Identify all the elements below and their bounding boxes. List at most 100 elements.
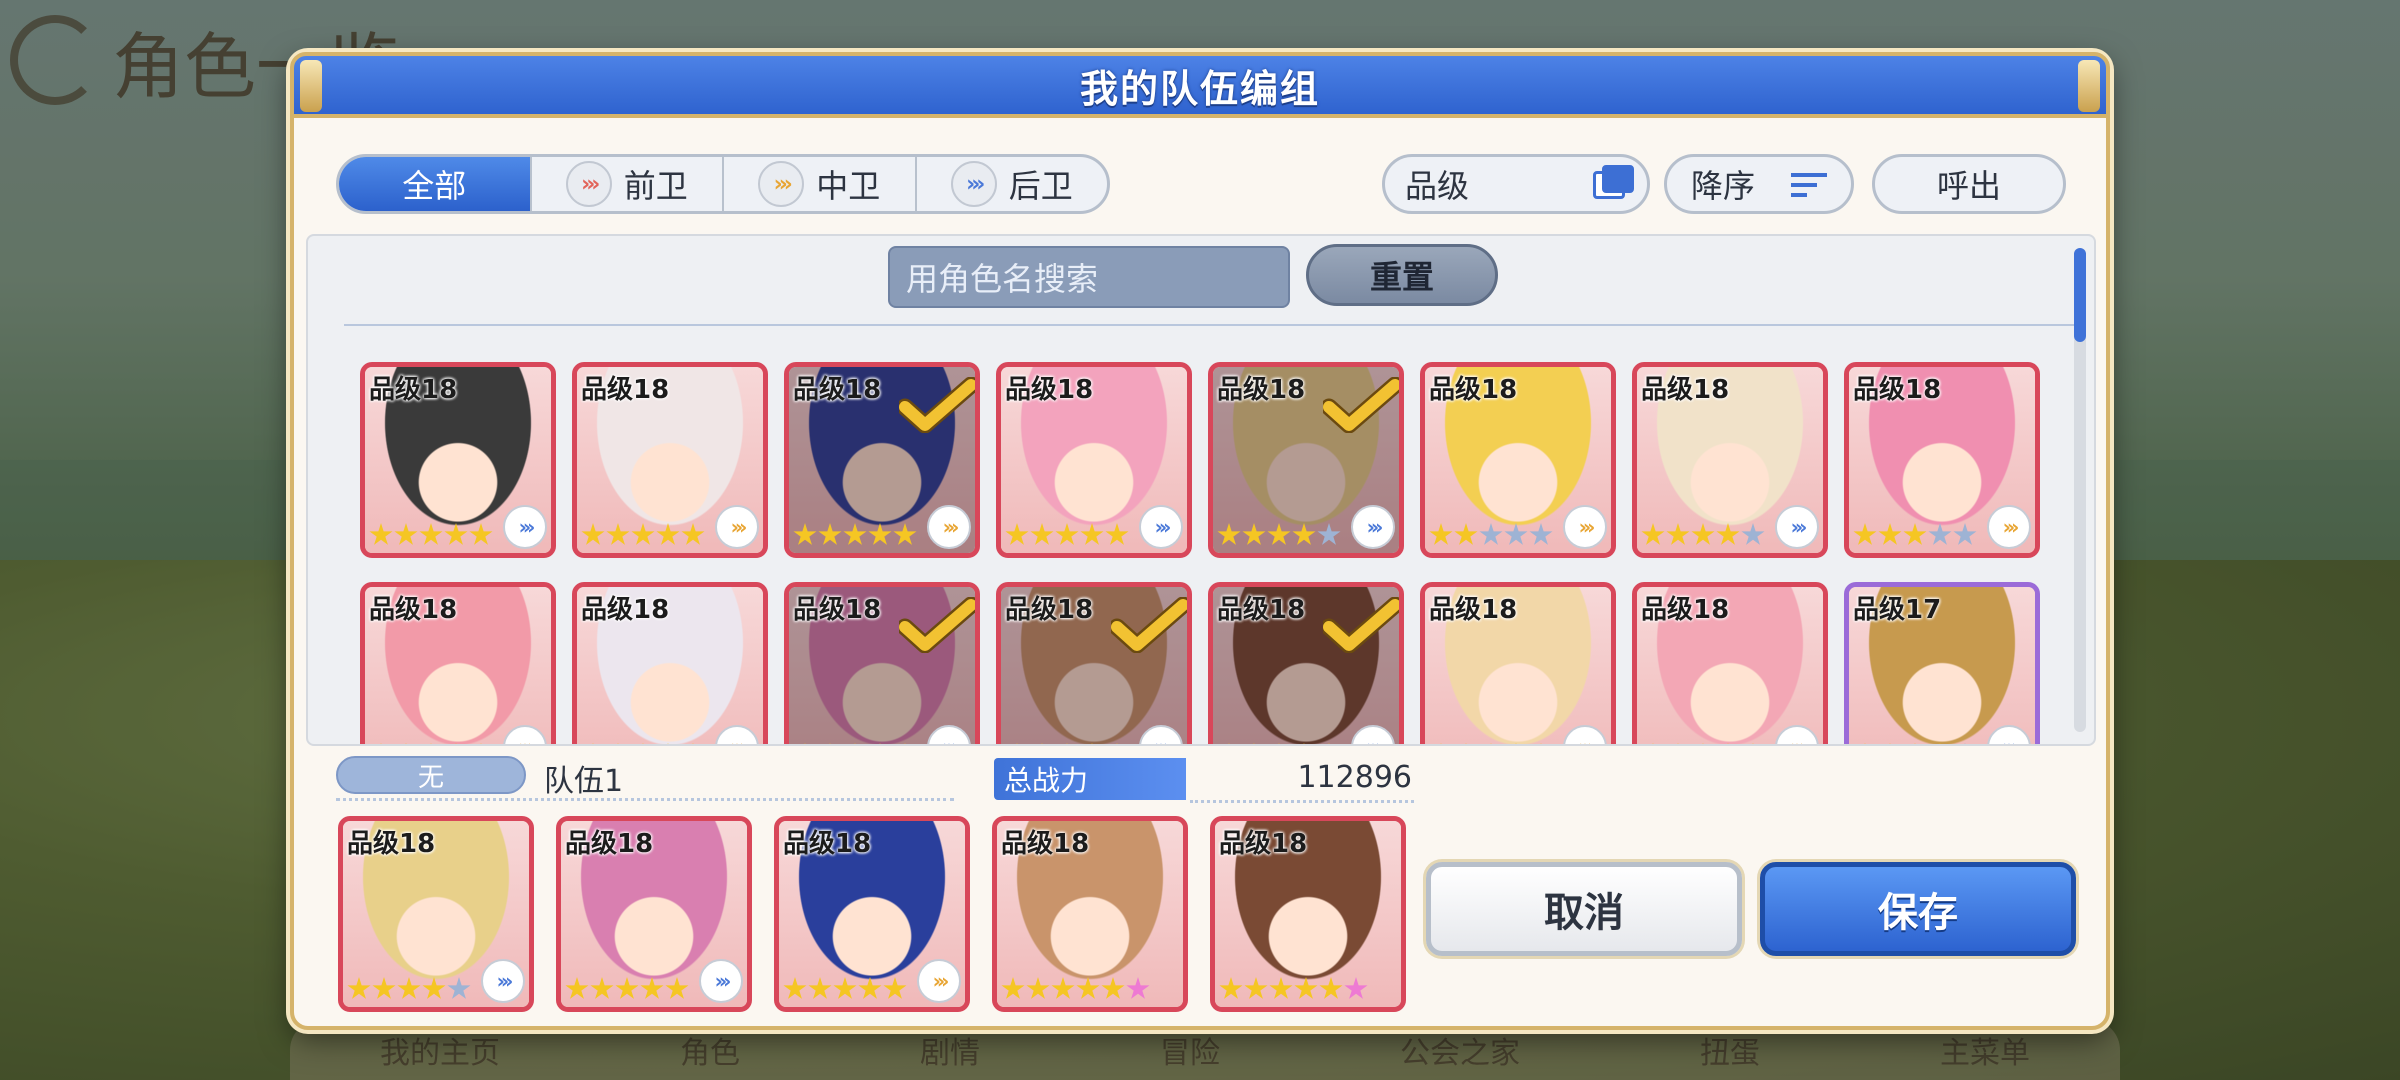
call-out-button[interactable]: 呼出 — [1872, 154, 2066, 214]
character-card[interactable]: 品级18››› — [1208, 362, 1404, 558]
star-icon — [1429, 523, 1453, 545]
star-rating — [783, 977, 908, 1001]
star-icon — [1691, 743, 1715, 744]
star-icon — [1641, 523, 1665, 545]
star-icon — [422, 977, 446, 999]
star-icon — [893, 523, 917, 545]
star-rating — [581, 523, 706, 547]
grade-sort-button[interactable]: 品级 — [1382, 154, 1650, 214]
character-card[interactable]: 品级18››› — [1632, 582, 1828, 744]
star-icon — [1101, 977, 1125, 999]
star-icon — [1294, 977, 1318, 999]
rank-label: 品级18 — [565, 829, 654, 859]
star-icon — [1217, 743, 1241, 744]
star-icon — [1026, 977, 1050, 999]
star-icon — [1244, 977, 1268, 999]
star-icon — [369, 523, 393, 545]
star-icon — [444, 743, 468, 744]
star-icon — [1741, 743, 1765, 744]
character-card[interactable]: 品级18››› — [1844, 362, 2040, 558]
team-name[interactable]: 队伍1 — [544, 756, 623, 800]
star-icon — [1051, 977, 1075, 999]
tab-filter[interactable]: 全部 — [339, 157, 532, 211]
back-position-icon: ››› — [481, 959, 525, 1003]
character-card[interactable]: 品级18››› — [996, 362, 1192, 558]
character-card[interactable]: 品级18 ››› — [1632, 362, 1828, 558]
back-position-icon: ››› — [1775, 505, 1819, 549]
star-icon — [1529, 523, 1553, 545]
star-icon — [347, 977, 371, 999]
star-icon — [1292, 743, 1316, 744]
back-position-icon: ››› — [699, 959, 743, 1003]
star-icon — [1319, 977, 1343, 999]
star-icon — [818, 523, 842, 545]
call-out-label: 呼出 — [1936, 167, 2001, 205]
star-icon — [1454, 743, 1478, 744]
character-card[interactable]: 品级18 — [992, 816, 1188, 1012]
rank-label: 品级18 — [347, 829, 436, 859]
character-card[interactable]: 品级18 — [1210, 816, 1406, 1012]
character-card[interactable]: 品级18››› — [572, 582, 768, 744]
character-card[interactable]: 品级18››› — [996, 582, 1192, 744]
team-edit-dialog: 我的队伍编组 全部 ››› 前卫 ››› 中卫 ››› 后卫 品级 降序 呼出 用角色名搜索… — [290, 52, 2110, 1030]
character-card[interactable]: 品级18››› — [572, 362, 768, 558]
character-card[interactable]: 品级18››› — [1420, 362, 1616, 558]
star-icon — [1504, 743, 1528, 744]
star-icon — [1055, 523, 1079, 545]
dialog-title: 我的队伍编组 — [1079, 66, 1320, 111]
star-icon — [681, 743, 705, 744]
star-icon — [1853, 523, 1877, 545]
tab-filter[interactable]: ››› 后卫 — [917, 157, 1108, 211]
star-rating — [347, 977, 472, 1001]
character-card[interactable]: 品级18››› — [784, 582, 980, 744]
save-label: 保存 — [1878, 890, 1958, 936]
star-icon — [793, 743, 817, 744]
character-card[interactable]: 品级17››› — [1844, 582, 2040, 744]
mid-position-icon: ››› — [1987, 505, 2031, 549]
character-roster-panel: 用角色名搜索 重置 品级18 ››› 品级18 ››› 品级18 ››› 品级18 ››› 品级… — [306, 234, 2096, 746]
star-icon — [1242, 743, 1266, 744]
grade-sort-label: 品级 — [1405, 167, 1470, 205]
roster-scrollbar[interactable] — [2074, 248, 2086, 732]
character-card[interactable]: 品级18››› — [774, 816, 970, 1012]
search-placeholder: 用角色名搜索 — [906, 260, 1099, 298]
star-rating — [369, 523, 494, 547]
star-icon — [656, 743, 680, 744]
character-card[interactable]: 品级18››› — [360, 362, 556, 558]
star-icon — [419, 743, 443, 744]
star-icon — [1076, 977, 1100, 999]
star-icon — [1317, 523, 1341, 545]
star-icon — [615, 977, 639, 999]
character-card[interactable]: 品级18 ››› — [338, 816, 534, 1012]
tab-filter[interactable]: ››› 中卫 — [724, 157, 917, 211]
character-card[interactable]: 品级18››› — [360, 582, 556, 744]
star-icon — [581, 743, 605, 744]
reset-button[interactable]: 重置 — [1306, 244, 1498, 306]
tab-filter[interactable]: ››› 前卫 — [532, 157, 724, 211]
back-position-icon: ››› — [1139, 505, 1183, 549]
scrollbar-thumb[interactable] — [2074, 248, 2086, 342]
star-icon — [1953, 523, 1977, 545]
cancel-button[interactable]: 取消 — [1426, 862, 1742, 956]
star-rating — [1641, 523, 1766, 547]
save-button[interactable]: 保存 — [1760, 862, 2076, 956]
star-icon — [1504, 523, 1528, 545]
star-icon — [1217, 523, 1241, 545]
rank-label: 品级18 — [793, 375, 882, 405]
star-icon — [1001, 977, 1025, 999]
character-card[interactable]: 品级18››› — [1208, 582, 1404, 744]
rank-label: 品级18 — [369, 595, 458, 625]
star-icon — [1030, 523, 1054, 545]
character-card[interactable]: 品级18 ››› — [556, 816, 752, 1012]
character-search-input[interactable]: 用角色名搜索 — [888, 246, 1290, 308]
sort-order-button[interactable]: 降序 — [1664, 154, 1854, 214]
team-status-badge: 无 — [336, 756, 526, 794]
rank-label: 品级18 — [1641, 375, 1730, 405]
header-right-ornament — [2078, 60, 2100, 112]
rank-label: 品级18 — [1001, 829, 1090, 859]
character-card[interactable]: 品级18››› — [784, 362, 980, 558]
header-left-ornament — [300, 60, 322, 112]
star-icon — [631, 743, 655, 744]
star-rating — [1005, 743, 1130, 744]
character-card[interactable]: 品级18››› — [1420, 582, 1616, 744]
